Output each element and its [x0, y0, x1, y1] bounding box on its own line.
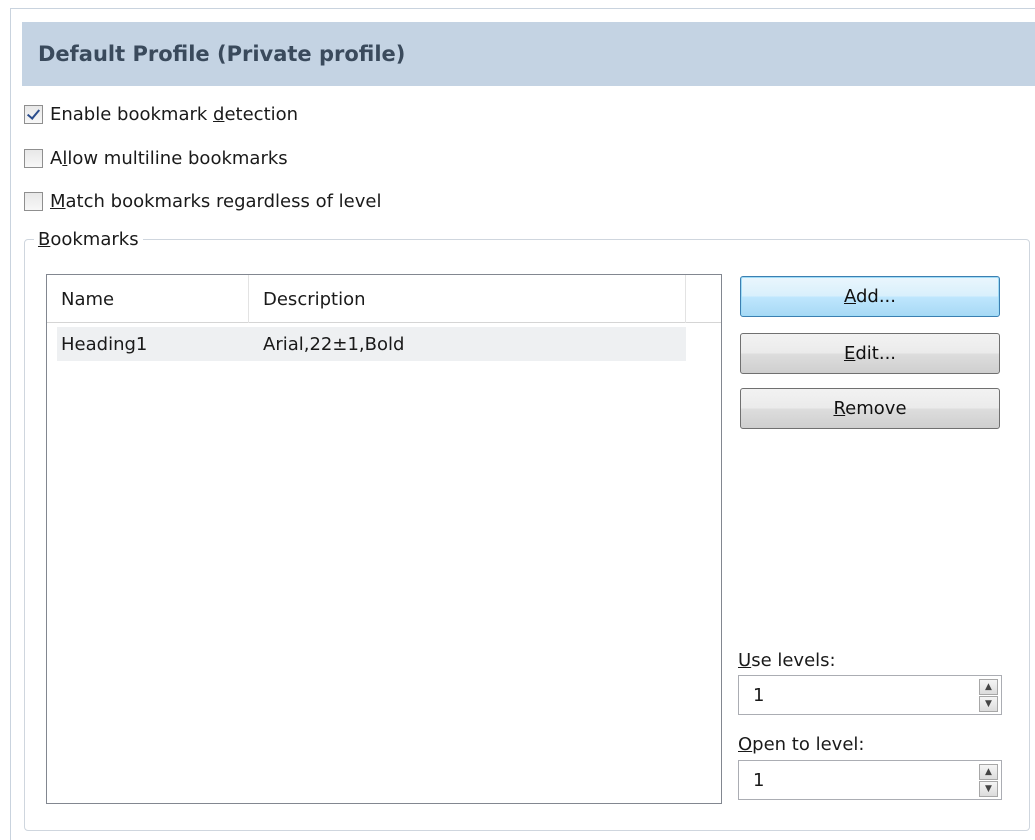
column-header-description[interactable]: Description	[249, 275, 686, 323]
edit-button[interactable]: Edit...	[740, 333, 1000, 374]
row-description-cell: Arial,22±1,Bold	[263, 333, 405, 355]
spin-up-arrow-icon[interactable]: ▲	[979, 764, 998, 780]
bookmarks-list[interactable]: Name Description Heading1 Arial,22±1,Bol…	[46, 274, 722, 804]
use-levels-label: Use levels:	[738, 650, 836, 671]
allow-multiline-bookmarks-checkbox[interactable]: Allow multiline bookmarks	[24, 146, 288, 170]
checkbox-checked-icon[interactable]	[24, 104, 43, 124]
checkbox-unchecked-icon[interactable]	[24, 148, 43, 168]
profile-title: Default Profile (Private profile)	[22, 22, 1035, 86]
open-to-level-spinner[interactable]: 1 ▲ ▼	[738, 760, 1002, 800]
column-header-filler	[686, 275, 721, 323]
remove-button[interactable]: Remove	[740, 388, 1000, 429]
enable-bookmark-detection-checkbox[interactable]: Enable bookmark detection	[24, 102, 298, 126]
use-levels-spinner[interactable]: 1 ▲ ▼	[738, 675, 1002, 715]
profile-title-text: Default Profile (Private profile)	[38, 42, 406, 66]
bookmarks-group-label: Bookmarks	[34, 229, 143, 250]
add-button[interactable]: Add...	[740, 276, 1000, 317]
open-to-level-value[interactable]: 1	[753, 761, 764, 799]
use-levels-value[interactable]: 1	[753, 676, 764, 714]
match-bookmarks-regardless-of-level-checkbox[interactable]: Match bookmarks regardless of level	[24, 189, 381, 213]
spin-down-arrow-icon[interactable]: ▼	[979, 696, 998, 712]
enable-bookmark-detection-label: Enable bookmark detection	[50, 103, 299, 125]
column-header-name[interactable]: Name	[47, 275, 249, 323]
list-header: Name Description	[47, 275, 721, 323]
list-row[interactable]: Heading1 Arial,22±1,Bold	[57, 327, 686, 361]
match-bookmarks-label: Match bookmarks regardless of level	[50, 190, 382, 212]
allow-multiline-bookmarks-label: Allow multiline bookmarks	[50, 147, 288, 169]
row-name-cell: Heading1	[61, 333, 148, 355]
spin-down-arrow-icon[interactable]: ▼	[979, 781, 998, 797]
open-to-level-label: Open to level:	[738, 734, 865, 755]
checkbox-unchecked-icon[interactable]	[24, 191, 43, 211]
spin-up-arrow-icon[interactable]: ▲	[979, 679, 998, 695]
